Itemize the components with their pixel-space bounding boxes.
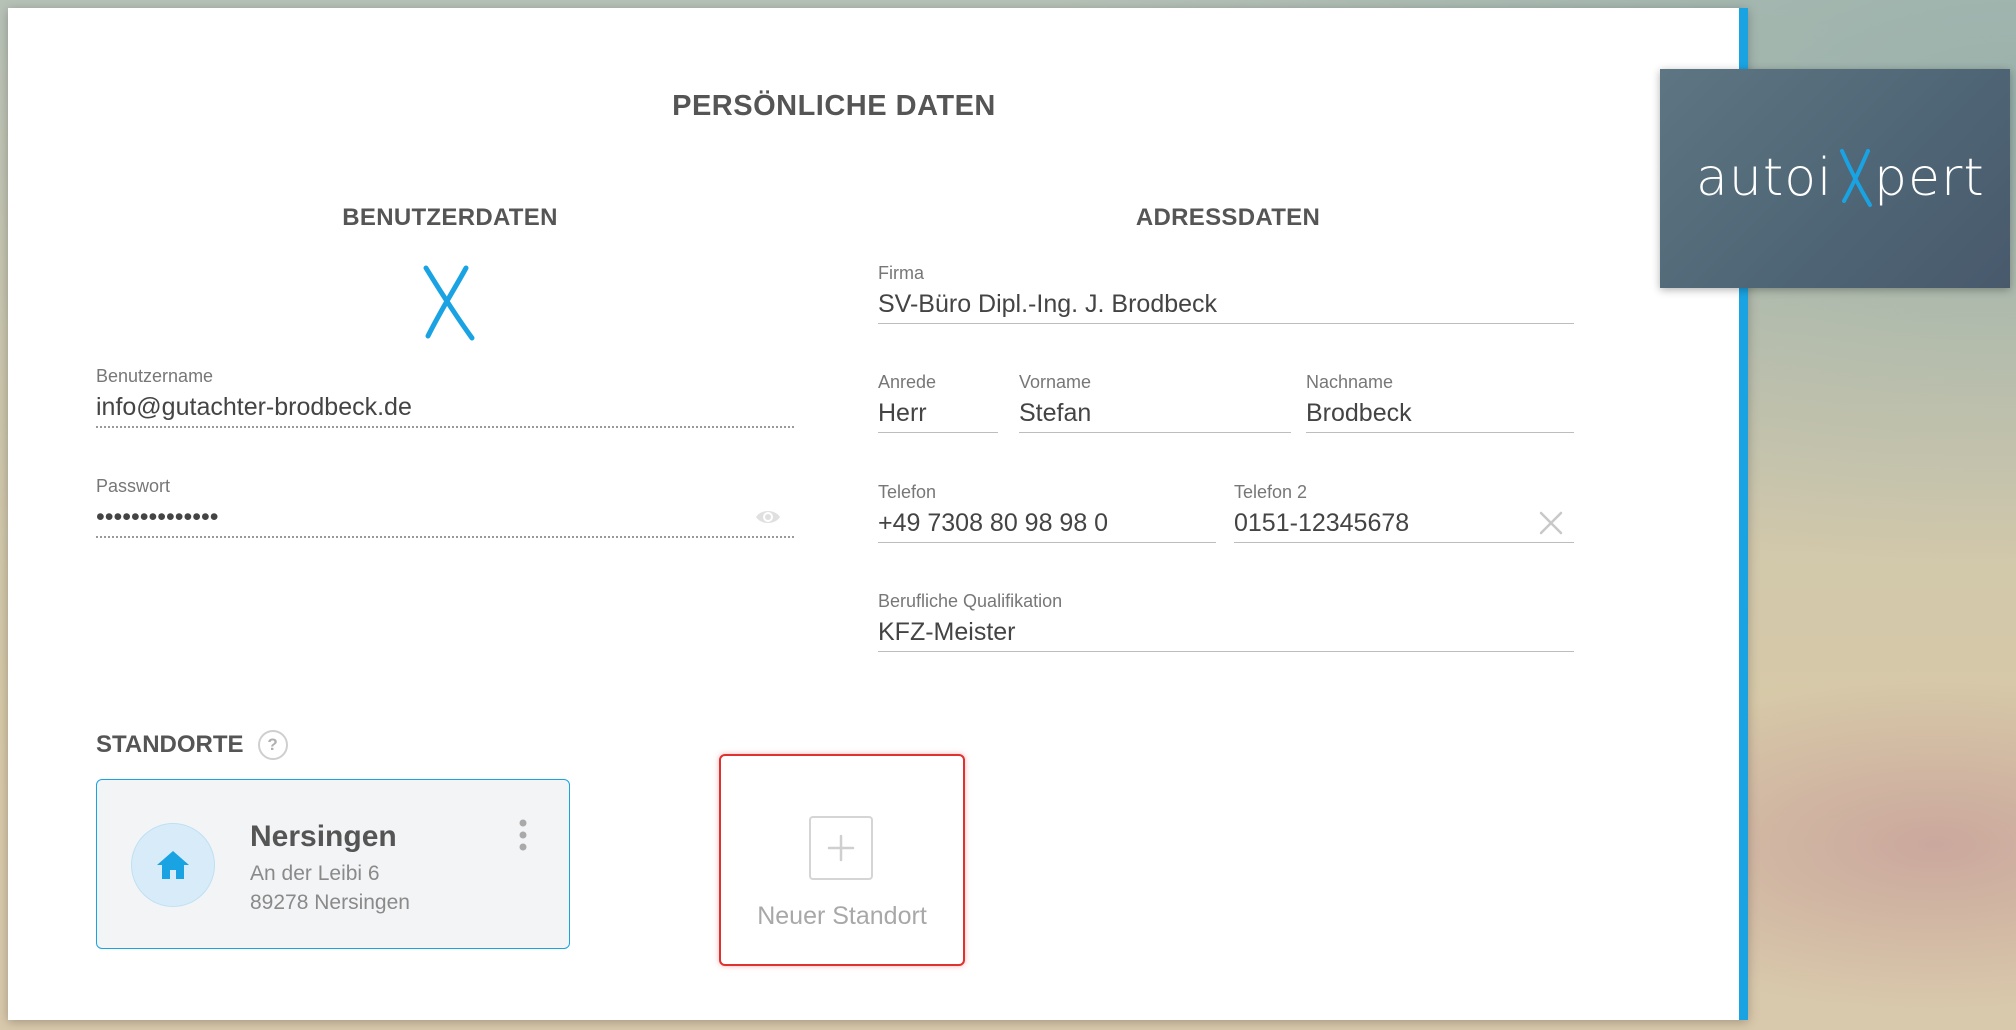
company-label: Firma: [878, 263, 924, 283]
location-name: Nersingen: [250, 820, 397, 853]
more-options-icon[interactable]: [517, 818, 529, 852]
brand-logo: autoi pert: [1696, 148, 1985, 208]
help-icon[interactable]: ?: [257, 730, 288, 760]
last-name-input[interactable]: Brodbeck: [1306, 394, 1574, 433]
phone2-label: Telefon 2: [1234, 482, 1308, 502]
locations-title-text: STANDORTE: [96, 731, 244, 758]
salutation-input[interactable]: Herr: [878, 394, 998, 433]
password-input[interactable]: ••••••••••••••: [96, 498, 794, 538]
last-name-label: Nachname: [1306, 372, 1394, 392]
new-location-label: Neuer Standort: [757, 902, 927, 930]
first-name-field[interactable]: Vorname Stefan: [1019, 370, 1291, 433]
qualification-field[interactable]: Berufliche Qualifikation KFZ-Meister: [878, 589, 1574, 652]
phone2-field[interactable]: Telefon 2 0151-12345678: [1234, 480, 1574, 543]
page-title: PERSÖNLICHE DATEN: [672, 90, 996, 122]
phone-label: Telefon: [878, 482, 937, 502]
home-icon-circle: [131, 823, 215, 907]
username-input[interactable]: info@gutachter-brodbeck.de: [96, 388, 794, 428]
username-field[interactable]: Benutzername info@gutachter-brodbeck.de: [96, 364, 794, 428]
eye-icon[interactable]: [754, 506, 782, 528]
clear-icon[interactable]: [1538, 510, 1564, 536]
location-city: 89278 Nersingen: [250, 891, 410, 914]
qualification-label: Berufliche Qualifikation: [878, 591, 1063, 611]
password-field[interactable]: Passwort ••••••••••••••: [96, 474, 794, 538]
personal-data-card: PERSÖNLICHE DATEN BENUTZERDATEN Benutzer…: [8, 8, 1748, 1020]
home-icon: [157, 851, 189, 879]
autoixpert-x-icon[interactable]: [420, 264, 480, 342]
phone2-value: 0151-12345678: [1234, 509, 1410, 537]
svg-text:autoi: autoi: [1696, 148, 1832, 208]
locations-title: STANDORTE ?: [96, 730, 288, 760]
phone-field[interactable]: Telefon +49 7308 80 98 98 0: [878, 480, 1216, 543]
salutation-label: Anrede: [878, 372, 937, 392]
plus-icon: [809, 816, 873, 880]
first-name-label: Vorname: [1019, 372, 1092, 392]
company-field[interactable]: Firma SV-Büro Dipl.-Ing. J. Brodbeck: [878, 261, 1574, 324]
phone2-input[interactable]: 0151-12345678: [1234, 504, 1574, 543]
address-data-title: ADRESSDATEN: [1135, 204, 1321, 231]
phone-input[interactable]: +49 7308 80 98 98 0: [878, 504, 1216, 543]
first-name-input[interactable]: Stefan: [1019, 394, 1291, 433]
location-card[interactable]: Nersingen An der Leibi 6 89278 Nersingen: [96, 779, 570, 949]
location-street: An der Leibi 6: [250, 862, 380, 885]
username-label: Benutzername: [96, 366, 214, 386]
last-name-field[interactable]: Nachname Brodbeck: [1306, 370, 1574, 433]
salutation-field[interactable]: Anrede Herr: [878, 370, 998, 433]
password-value: ••••••••••••••: [96, 503, 219, 531]
qualification-input[interactable]: KFZ-Meister: [878, 613, 1574, 652]
new-location-button[interactable]: Neuer Standort: [719, 754, 965, 966]
brand-logo-tile: autoi pert: [1660, 69, 2010, 288]
company-input[interactable]: SV-Büro Dipl.-Ing. J. Brodbeck: [878, 285, 1574, 324]
svg-text:pert: pert: [1874, 148, 1985, 208]
user-data-title: BENUTZERDATEN: [342, 204, 558, 231]
password-label: Passwort: [96, 476, 171, 496]
